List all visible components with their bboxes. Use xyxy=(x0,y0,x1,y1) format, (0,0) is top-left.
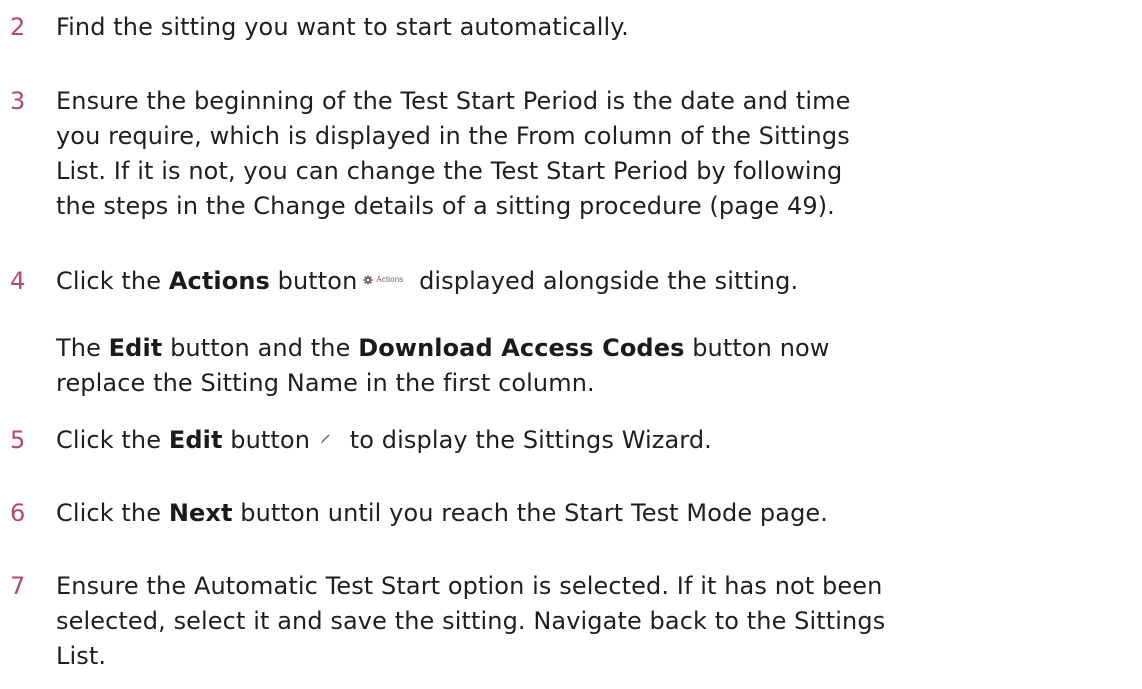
step-text: Ensure the Automatic Test Start option i… xyxy=(56,569,1138,674)
step-number: 5 xyxy=(10,426,26,454)
step-text: The Edit button and the Download Access … xyxy=(56,331,1138,401)
step-line: replace the Sitting Name in the first co… xyxy=(56,369,595,397)
text-run: Click the xyxy=(56,267,169,295)
bold-term-next: Next xyxy=(168,499,233,527)
step-text: Ensure the beginning of the Test Start P… xyxy=(56,84,1138,224)
text-run: Click the xyxy=(56,499,169,527)
text-run: button and the xyxy=(162,334,359,362)
text-run: button xyxy=(269,267,358,295)
bold-term-edit: Edit xyxy=(168,426,223,454)
gear-icon xyxy=(363,275,374,285)
actions-button-image: Actions xyxy=(363,273,403,287)
bold-term-actions: Actions xyxy=(168,267,270,295)
step-line: selected, select it and save the sitting… xyxy=(56,607,886,635)
step-line: The Edit button and the Download Access … xyxy=(56,331,1138,366)
step-number: 7 xyxy=(10,572,26,600)
step-line: Click the Edit button to display the Sit… xyxy=(56,423,1138,458)
step-line: List. If it is not, you can change the T… xyxy=(56,157,843,185)
step-line: you require, which is displayed in the F… xyxy=(56,122,850,150)
bold-term-edit: Edit xyxy=(108,334,163,362)
step-line: Click the Next button until you reach th… xyxy=(56,496,1138,531)
step-number: 4 xyxy=(10,267,26,295)
actions-button-label: Actions xyxy=(376,275,404,284)
step-number: 2 xyxy=(10,13,26,41)
text-run: button until you reach the Start Test Mo… xyxy=(232,499,829,527)
text-run: The xyxy=(56,334,109,362)
step-text: Click the Edit button to display the Sit… xyxy=(56,423,1138,458)
document-page: 2 Find the sitting you want to start aut… xyxy=(0,0,1142,689)
text-run: displayed alongside the sitting. xyxy=(411,267,799,295)
step-number: 3 xyxy=(10,87,26,115)
text-run: button now xyxy=(684,334,830,362)
text-run: Click the xyxy=(56,426,169,454)
step-line: List. xyxy=(56,642,107,670)
text-run: to display the Sittings Wizard. xyxy=(342,426,712,454)
step-line: Find the sitting you want to start autom… xyxy=(56,13,629,41)
pencil-icon xyxy=(321,434,330,444)
step-line: the steps in the Change details of a sit… xyxy=(56,192,835,220)
step-line: Ensure the Automatic Test Start option i… xyxy=(56,572,883,600)
text-run: button xyxy=(222,426,311,454)
step-text: Find the sitting you want to start autom… xyxy=(56,10,1138,45)
step-text: Click the Next button until you reach th… xyxy=(56,496,1138,531)
bold-term-download-access-codes: Download Access Codes xyxy=(358,334,685,362)
step-text: Click the Actions button Actions displaye… xyxy=(56,264,1138,299)
step-line: Ensure the beginning of the Test Start P… xyxy=(56,87,851,115)
step-line: Click the Actions button Actions displaye… xyxy=(56,264,1138,299)
step-number: 6 xyxy=(10,499,26,527)
